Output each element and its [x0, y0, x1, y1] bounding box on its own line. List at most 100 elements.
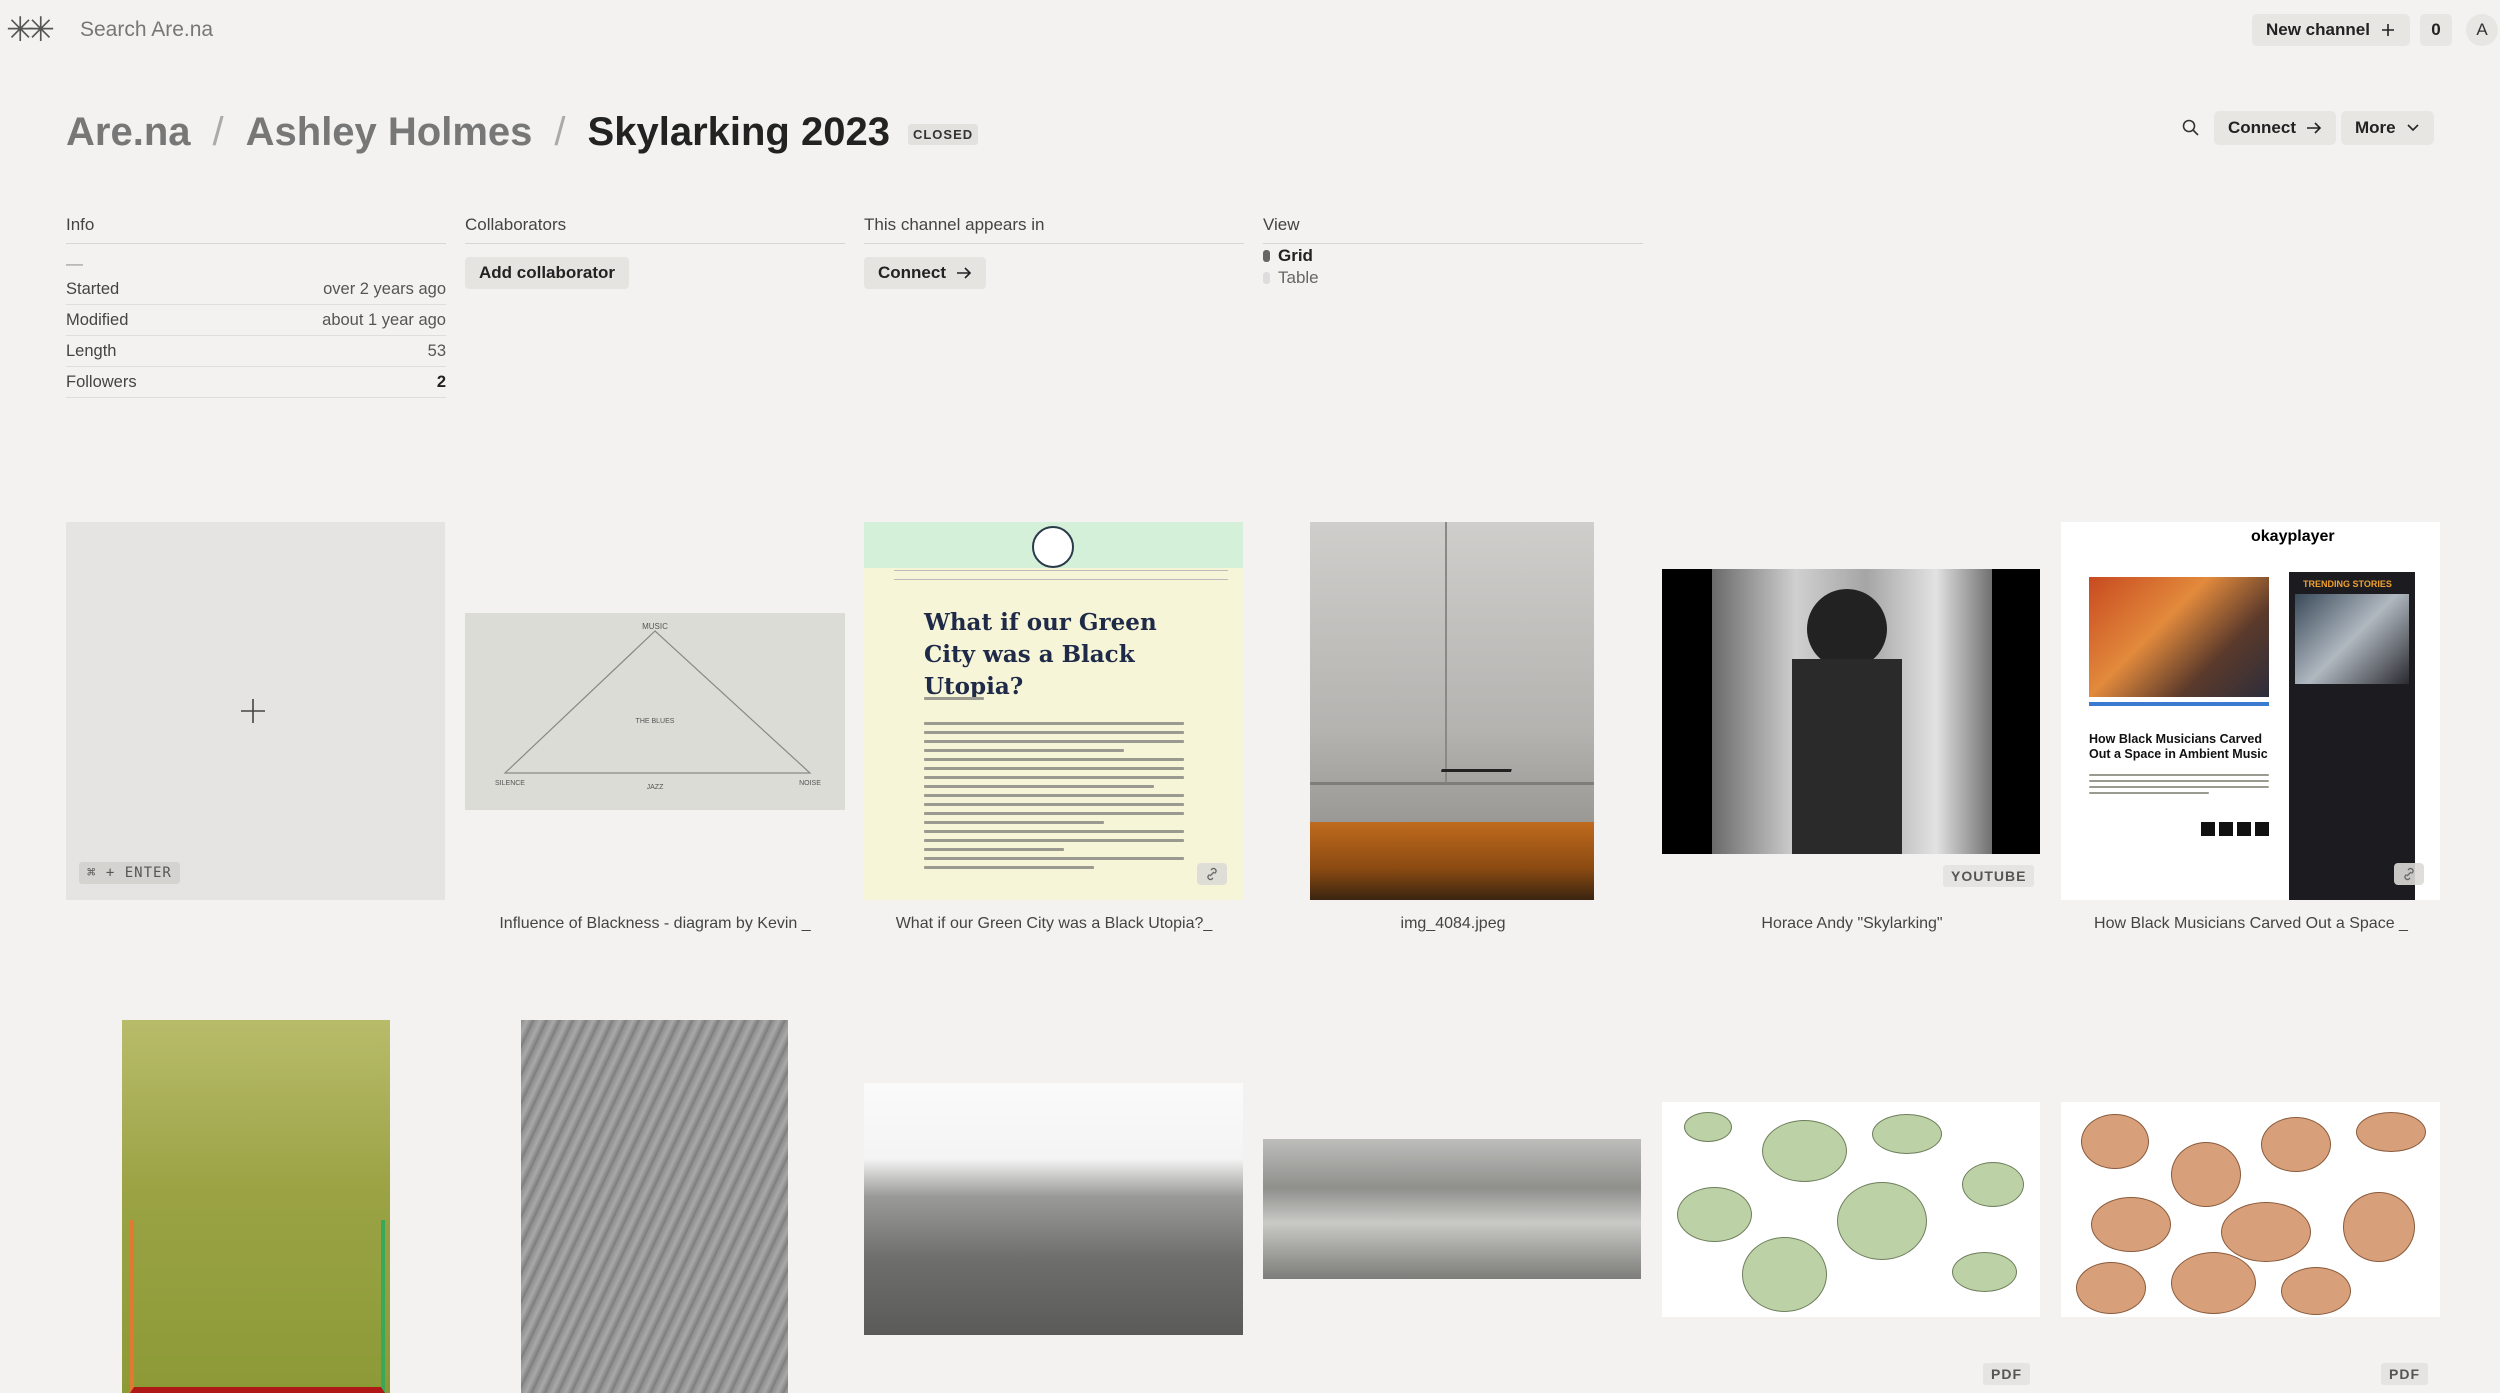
bubble-shape	[2261, 1117, 2331, 1172]
info-label: Length	[66, 342, 117, 360]
graffiti-tag	[1440, 742, 1520, 772]
view-option-grid[interactable]: Grid	[1263, 246, 1643, 266]
article-headline: What if our Green City was a Black Utopi…	[924, 609, 1157, 700]
block-landscape-photo[interactable]	[864, 1083, 1243, 1335]
block-caption[interactable]: Influence of Blackness - diagram by Kevi…	[465, 915, 845, 933]
view-heading: View	[1263, 215, 1643, 244]
breadcrumb: Are.na / Ashley Holmes / Skylarking 2023…	[66, 110, 979, 155]
plus-icon	[241, 699, 265, 723]
channel-description: —	[66, 254, 83, 273]
view-option-label: Table	[1278, 268, 1319, 287]
site-logo-icon	[1032, 526, 1074, 568]
arena-logo-icon[interactable]: ✳✳	[6, 13, 55, 47]
block-painting-image[interactable]	[122, 1020, 390, 1393]
collaborators-panel: Collaborators Add collaborator	[465, 215, 845, 289]
article-text-lines	[924, 697, 1184, 706]
chevron-down-icon	[2407, 124, 2419, 132]
connect-button[interactable]: Connect	[2214, 111, 2336, 145]
block-caption[interactable]: What if our Green City was a Black Utopi…	[864, 915, 1244, 933]
more-button[interactable]: More	[2341, 111, 2434, 145]
selected-indicator	[1263, 250, 1270, 262]
block-website-screenshot[interactable]: What if our Green City was a Black Utopi…	[864, 522, 1243, 900]
info-label: Modified	[66, 311, 129, 329]
block-landscape-photo[interactable]	[1263, 1139, 1641, 1279]
avatar-initial: A	[2476, 20, 2488, 39]
block-caption[interactable]: img_4084.jpeg	[1263, 915, 1643, 933]
top-bar: ✳✳ New channel 0 A	[0, 0, 2500, 60]
bubble-shape	[2343, 1192, 2415, 1262]
info-heading: Info	[66, 215, 446, 244]
article-headline: How Black Musicians Carved Out a Space i…	[2089, 732, 2268, 761]
link-icon[interactable]	[2394, 863, 2424, 885]
block-website-screenshot[interactable]: okayplayer How Black Musicians Carved Ou…	[2061, 522, 2440, 900]
photo-edge	[1310, 782, 1594, 785]
breadcrumb-user[interactable]: Ashley Holmes	[246, 110, 533, 155]
bubble-shape	[1872, 1114, 1942, 1154]
arrow-right-icon	[2307, 122, 2322, 134]
info-label: Followers	[66, 373, 137, 391]
triangle-diagram: MUSIC SILENCE NOISE JAZZ THE BLUES	[495, 622, 821, 791]
plus-icon	[2381, 24, 2394, 36]
connect-label: Connect	[2228, 118, 2296, 137]
info-value[interactable]: 2	[437, 373, 446, 392]
image-accent-bar	[2089, 702, 2269, 706]
notification-count: 0	[2431, 20, 2441, 39]
bubble-shape	[1952, 1252, 2017, 1292]
thumbnail-figure	[1807, 589, 1887, 669]
block-youtube-thumbnail[interactable]	[1662, 569, 2040, 854]
sidebar-image	[2295, 594, 2409, 684]
block-relief-image[interactable]	[521, 1020, 788, 1393]
link-icon[interactable]	[1197, 863, 1227, 885]
block-photo[interactable]	[1310, 522, 1594, 900]
bubble-shape	[2091, 1197, 2171, 1252]
view-option-table[interactable]: Table	[1263, 268, 1643, 288]
site-nav	[894, 570, 1228, 580]
view-panel: View Grid Table	[1263, 215, 1643, 288]
bubble-shape	[2356, 1112, 2426, 1152]
bubble-shape	[2076, 1262, 2146, 1314]
view-option-label: Grid	[1278, 246, 1313, 265]
search-input[interactable]	[80, 14, 680, 46]
breadcrumb-separator: /	[554, 110, 566, 154]
diagram-label: NOISE	[799, 780, 821, 787]
pdf-badge: PDF	[1983, 1363, 2030, 1385]
photo-seam	[1445, 522, 1447, 782]
more-label: More	[2355, 118, 2396, 137]
avatar[interactable]: A	[2466, 14, 2498, 46]
block-caption[interactable]: How Black Musicians Carved Out a Space _	[2061, 915, 2441, 933]
block-pdf-preview[interactable]	[1662, 1102, 2040, 1317]
block-caption[interactable]: Horace Andy "Skylarking"	[1662, 915, 2042, 933]
bubble-shape	[1684, 1112, 1732, 1142]
diagram-label: THE BLUES	[636, 718, 675, 725]
unselected-indicator	[1263, 272, 1270, 284]
appears-in-panel: This channel appears in Connect	[864, 215, 1244, 289]
add-block-tile[interactable]: ⌘ + ENTER	[66, 522, 445, 900]
keyboard-shortcut-hint: ⌘ + ENTER	[79, 862, 180, 884]
info-row-modified: Modified about 1 year ago	[66, 305, 446, 336]
new-channel-label: New channel	[2266, 20, 2370, 39]
info-row-followers[interactable]: Followers 2	[66, 367, 446, 398]
page-title: Skylarking 2023	[587, 110, 890, 154]
article-text-lines	[924, 722, 1184, 875]
breadcrumb-separator: /	[212, 110, 224, 154]
youtube-badge: YOUTUBE	[1943, 865, 2035, 887]
add-collaborator-button[interactable]: Add collaborator	[465, 257, 630, 289]
article-text-lines	[2089, 774, 2269, 798]
photo-warm-band	[1310, 822, 1594, 900]
connect-channel-button[interactable]: Connect	[864, 257, 986, 289]
info-value: 53	[427, 342, 446, 360]
block-pdf-preview[interactable]	[2061, 1102, 2440, 1317]
sidebar-heading: TRENDING STORIES	[2303, 579, 2392, 589]
diagram-label: MUSIC	[642, 622, 668, 631]
info-value: about 1 year ago	[322, 311, 446, 329]
bubble-shape	[2171, 1142, 2241, 1207]
block-diagram-image[interactable]: MUSIC SILENCE NOISE JAZZ THE BLUES	[465, 613, 845, 810]
bubble-shape	[2081, 1114, 2149, 1169]
breadcrumb-root[interactable]: Are.na	[66, 110, 191, 155]
arrow-right-icon	[957, 267, 972, 279]
new-channel-button[interactable]: New channel	[2252, 14, 2410, 46]
connect-channel-label: Connect	[878, 263, 946, 282]
notification-count-button[interactable]: 0	[2420, 14, 2452, 46]
pdf-badge: PDF	[2381, 1363, 2428, 1385]
search-icon[interactable]	[2181, 118, 2201, 138]
